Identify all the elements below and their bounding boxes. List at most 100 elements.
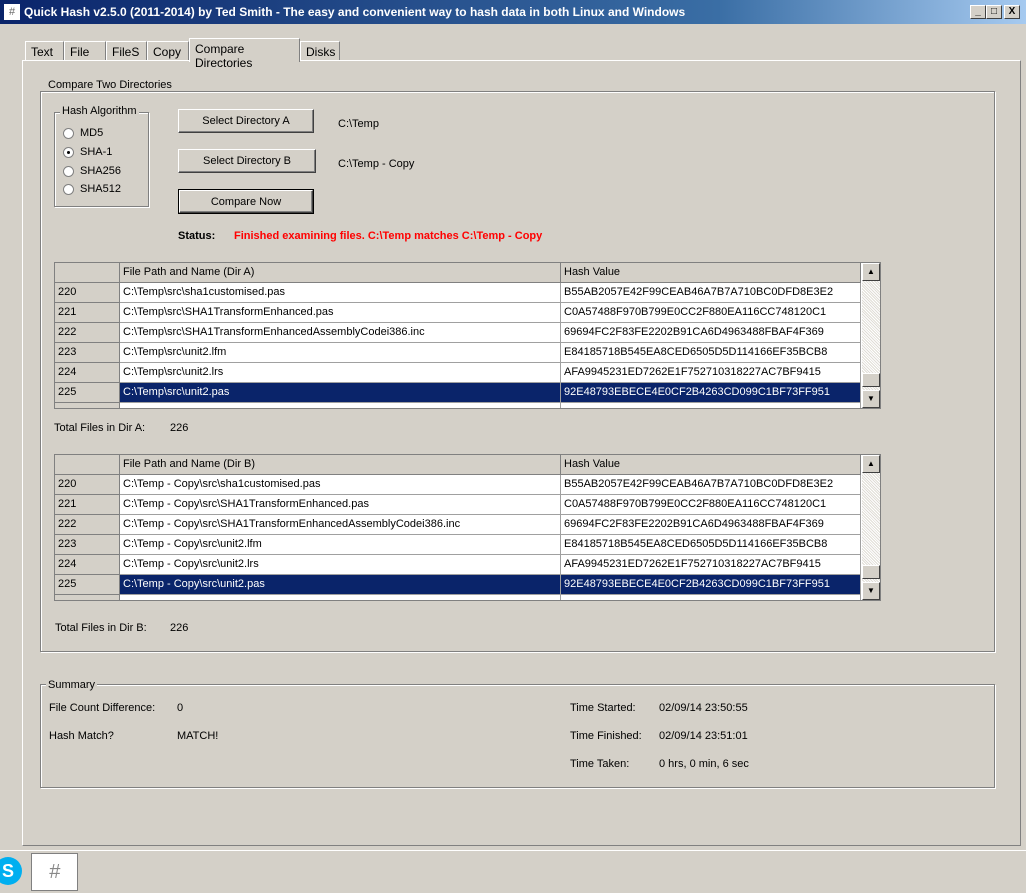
column-header — [55, 263, 120, 283]
cell — [55, 403, 120, 408]
file-path: C:\Temp\src\unit2.lfm — [120, 343, 561, 363]
tab-compare-directories[interactable]: Compare Directories — [189, 38, 300, 70]
row-number: 224 — [55, 555, 120, 575]
hash-value: 92E48793EBECE4E0CF2B4263CD099C1BF73FF951 — [561, 575, 861, 595]
file-path: C:\Temp - Copy\src\unit2.lfm — [120, 535, 561, 555]
row-number: 222 — [55, 323, 120, 343]
file-path: C:\Temp - Copy\src\SHA1TransformEnhanced… — [120, 515, 561, 535]
hash-value: AFA9945231ED7262E1F752710318227AC7BF9415 — [561, 363, 861, 383]
table-row-partial — [55, 595, 861, 600]
file-path: C:\Temp\src\unit2.pas — [120, 383, 561, 403]
table-row[interactable]: 224 C:\Temp - Copy\src\unit2.lrs AFA994523… — [55, 555, 861, 575]
dir-a-grid[interactable]: File Path and Name (Dir A) Hash Value 220 C… — [54, 262, 881, 409]
hash-value: C0A57488F970B799E0CC2F880EA116CC748120C1 — [561, 303, 861, 323]
table-row[interactable]: 225 C:\Temp - Copy\src\unit2.pas 92E48793E… — [55, 575, 861, 595]
dir-a-path: C:\Temp — [338, 118, 379, 130]
radio-sha1[interactable]: SHA-1 — [63, 146, 112, 158]
radio-sha256[interactable]: SHA256 — [63, 165, 121, 177]
radio-sha512[interactable]: SHA512 — [63, 183, 121, 195]
dir-b-grid[interactable]: File Path and Name (Dir B) Hash Value 220 C… — [54, 454, 881, 601]
summary-label: Summary — [46, 679, 98, 691]
table-row[interactable]: 222 C:\Temp - Copy\src\SHA1TransformEnhan… — [55, 515, 861, 535]
app-hash-icon[interactable]: # — [4, 4, 20, 20]
file-path: C:\Temp - Copy\src\unit2.pas — [120, 575, 561, 595]
table-row[interactable]: 221 C:\Temp - Copy\src\SHA1TransformEnhan… — [55, 495, 861, 515]
column-header: File Path and Name (Dir A) — [120, 263, 561, 283]
scroll-thumb[interactable] — [862, 565, 880, 579]
select-directory-b-button[interactable]: Select Directory B — [178, 149, 316, 173]
table-row[interactable]: 224 C:\Temp\src\unit2.lrs AFA9945231ED7262… — [55, 363, 861, 383]
close-button[interactable]: X — [1004, 5, 1020, 19]
column-header: Hash Value — [561, 263, 861, 283]
maximize-button[interactable]: □ — [986, 5, 1002, 19]
hash-value: AFA9945231ED7262E1F752710318227AC7BF9415 — [561, 555, 861, 575]
total-b-value: 226 — [170, 622, 189, 634]
table-row[interactable]: 220 C:\Temp\src\sha1customised.pas B55AB20… — [55, 283, 861, 303]
time-started-value: 02/09/14 23:50:55 — [659, 702, 748, 714]
row-number: 221 — [55, 303, 120, 323]
table-row[interactable]: 220 C:\Temp - Copy\src\sha1customised.pas… — [55, 475, 861, 495]
grid-header: File Path and Name (Dir B) Hash Value — [55, 455, 861, 475]
hash-match-label: Hash Match? — [49, 730, 114, 742]
skype-icon[interactable]: S — [0, 857, 22, 885]
compare-group-label: Compare Two Directories — [46, 79, 174, 91]
radio-checked-icon — [63, 146, 74, 158]
file-path: C:\Temp - Copy\src\SHA1TransformEnhanced… — [120, 495, 561, 515]
scroll-down-arrow-icon[interactable]: ▼ — [862, 582, 880, 600]
table-row[interactable]: 225 C:\Temp\src\unit2.pas 92E48793EBECE4E0… — [55, 383, 861, 403]
hash-value: 69694FC2F83FE2202B91CA6D4963488FBAF4F369 — [561, 323, 861, 343]
table-row[interactable]: 221 C:\Temp\src\SHA1TransformEnhanced.pas… — [55, 303, 861, 323]
scroll-down-arrow-icon[interactable]: ▼ — [862, 390, 880, 408]
compare-now-button[interactable]: Compare Now — [178, 189, 314, 214]
select-directory-a-button[interactable]: Select Directory A — [178, 109, 314, 133]
time-taken-label: Time Taken: — [570, 758, 630, 770]
row-number: 223 — [55, 535, 120, 555]
tab-copy[interactable]: Copy — [147, 41, 189, 61]
row-number: 225 — [55, 383, 120, 403]
hash-value: 92E48793EBECE4E0CF2B4263CD099C1BF73FF951 — [561, 383, 861, 403]
file-path: C:\Temp\src\SHA1TransformEnhancedAssembl… — [120, 323, 561, 343]
file-path: C:\Temp - Copy\src\unit2.lrs — [120, 555, 561, 575]
table-row[interactable]: 223 C:\Temp\src\unit2.lfm E84185718B545EA8… — [55, 343, 861, 363]
hash-value: B55AB2057E42F99CEAB46A7B7A710BC0DFD8E3E2 — [561, 283, 861, 303]
dir-b-path: C:\Temp - Copy — [338, 158, 415, 170]
scroll-thumb[interactable] — [862, 373, 880, 387]
file-count-value: 0 — [177, 702, 184, 714]
title-bar: Quick Hash v2.5.0 (2011-2014) by Ted Smi… — [0, 0, 1026, 24]
tab-text[interactable]: Text — [25, 41, 64, 61]
cell — [55, 595, 120, 600]
file-path: C:\Temp\src\unit2.lrs — [120, 363, 561, 383]
radio-md5[interactable]: MD5 — [63, 127, 103, 139]
scroll-up-arrow-icon[interactable]: ▲ — [862, 263, 880, 281]
grid-header: File Path and Name (Dir A) Hash Value — [55, 263, 861, 283]
time-started-label: Time Started: — [570, 702, 636, 714]
minimize-button[interactable]: _ — [970, 5, 986, 19]
time-taken-value: 0 hrs, 0 min, 6 sec — [659, 758, 749, 770]
cell — [120, 595, 561, 600]
hash-match-value: MATCH! — [177, 730, 219, 742]
row-number: 220 — [55, 475, 120, 495]
table-row-partial — [55, 403, 861, 408]
scroll-up-arrow-icon[interactable]: ▲ — [862, 455, 880, 473]
tab-file[interactable]: File — [64, 41, 106, 61]
cell — [561, 595, 861, 600]
table-row[interactable]: 222 C:\Temp\src\SHA1TransformEnhancedAsse… — [55, 323, 861, 343]
time-finished-label: Time Finished: — [570, 730, 642, 742]
radio-icon — [63, 127, 74, 139]
radio-icon — [63, 165, 74, 177]
vertical-scrollbar[interactable]: ▲ ▼ — [862, 455, 880, 600]
hash-value: C0A57488F970B799E0CC2F880EA116CC748120C1 — [561, 495, 861, 515]
window-title: Quick Hash v2.5.0 (2011-2014) by Ted Smi… — [24, 5, 686, 19]
column-header: File Path and Name (Dir B) — [120, 455, 561, 475]
cell — [561, 403, 861, 408]
table-row[interactable]: 223 C:\Temp - Copy\src\unit2.lfm E84185718… — [55, 535, 861, 555]
tab-disks[interactable]: Disks — [300, 41, 340, 61]
file-count-label: File Count Difference: — [49, 702, 156, 714]
row-number: 222 — [55, 515, 120, 535]
hash-algorithm-group: MD5 SHA-1 SHA256 SHA512 — [54, 112, 149, 207]
row-number: 221 — [55, 495, 120, 515]
hash-value: B55AB2057E42F99CEAB46A7B7A710BC0DFD8E3E2 — [561, 475, 861, 495]
tab-files[interactable]: FileS — [106, 41, 147, 61]
vertical-scrollbar[interactable]: ▲ ▼ — [862, 263, 880, 408]
quickhash-taskbar-icon[interactable]: # — [31, 853, 78, 891]
